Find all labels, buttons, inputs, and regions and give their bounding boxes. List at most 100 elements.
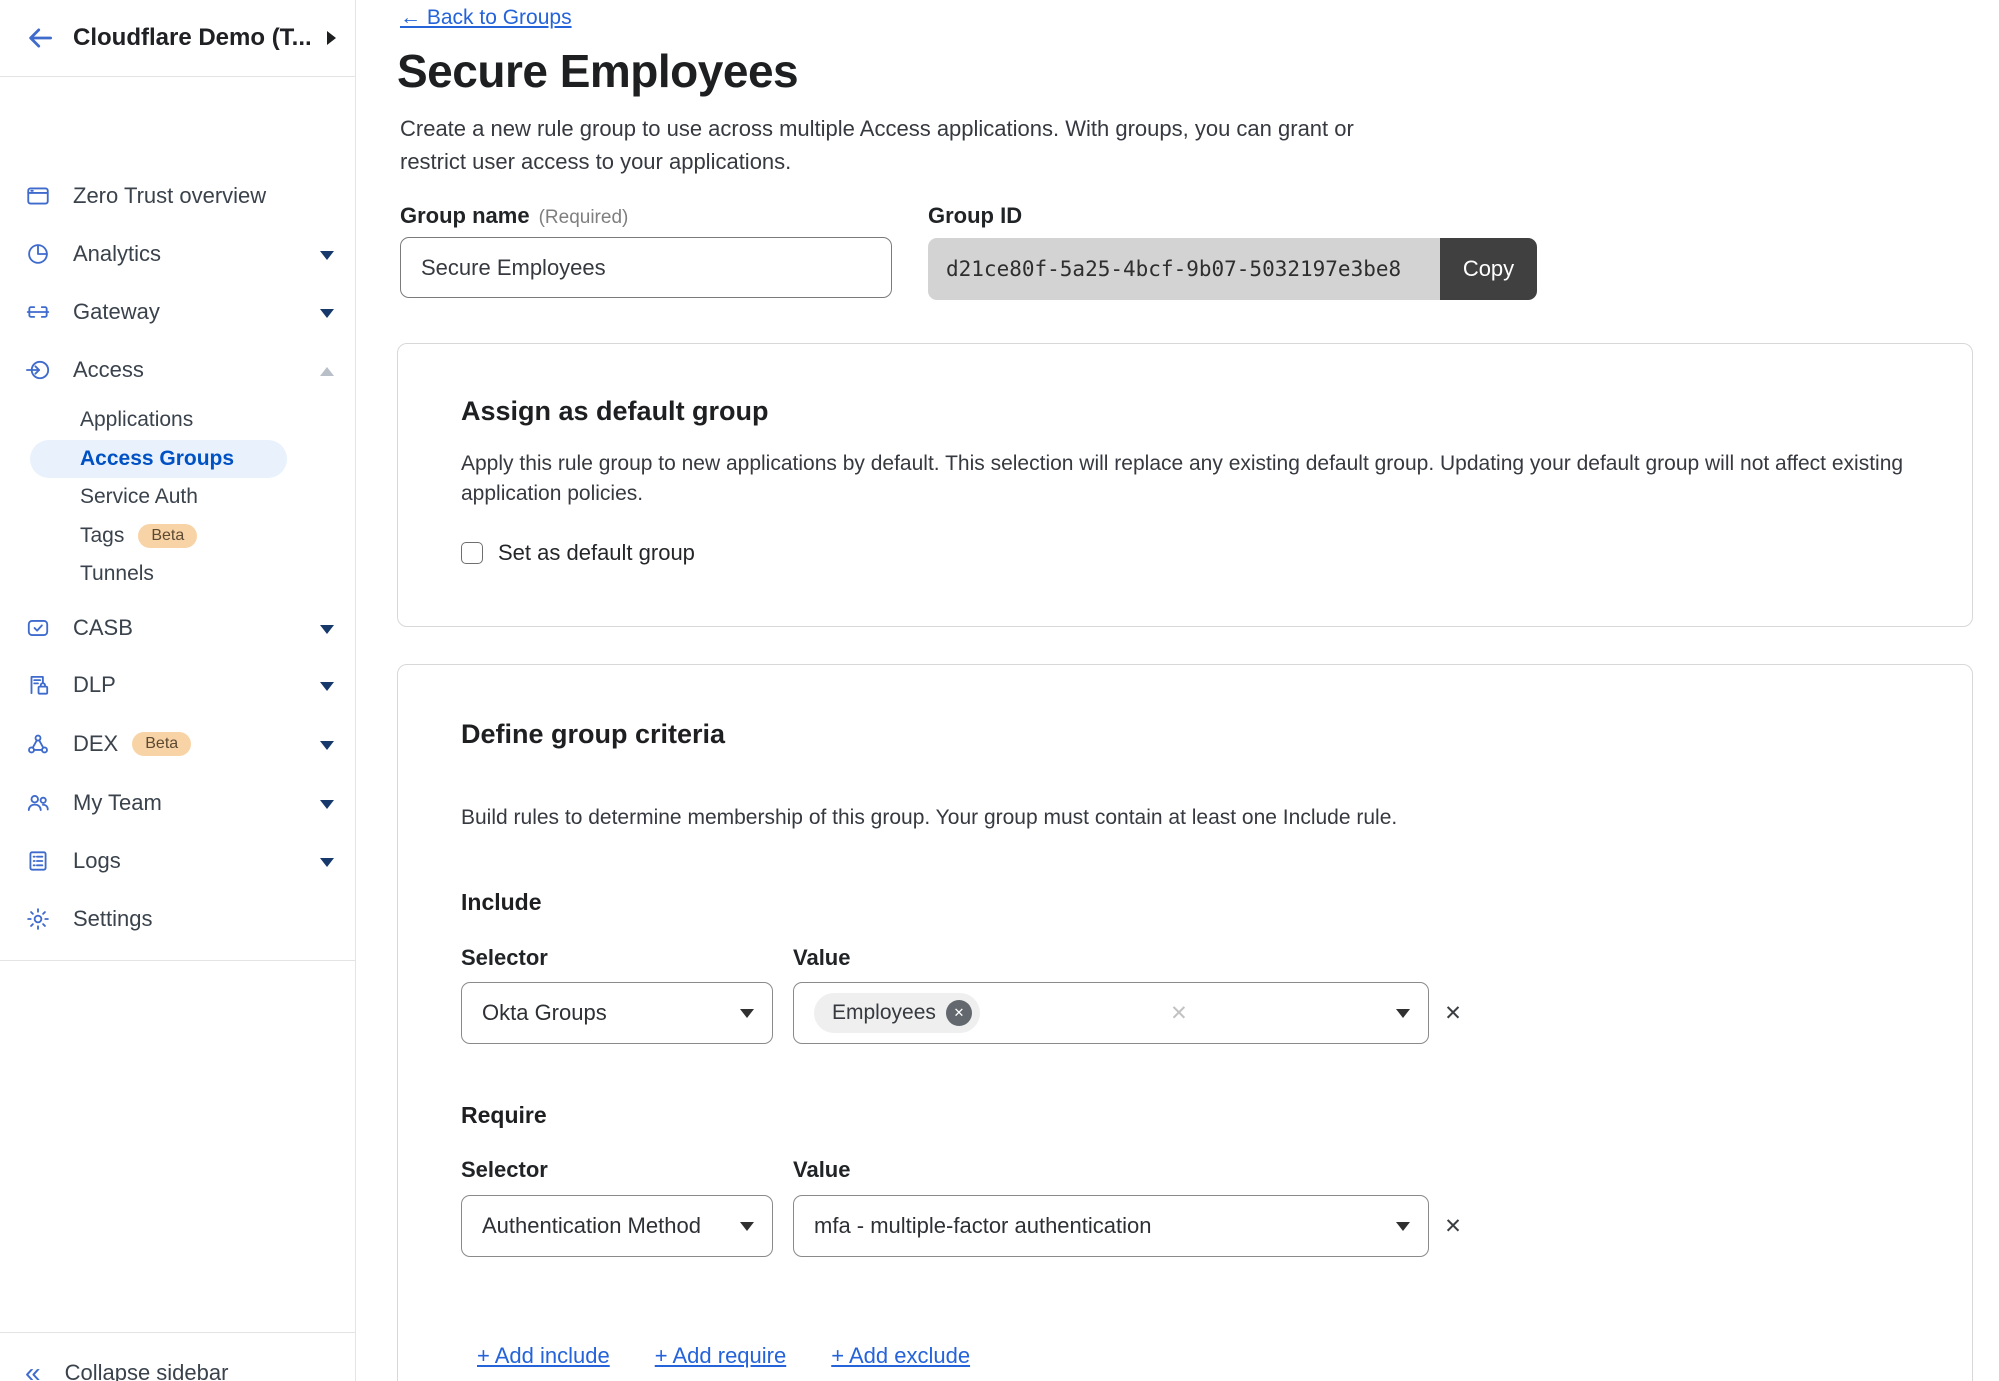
sidebar-divider	[0, 960, 356, 961]
require-value-label: Value	[793, 1157, 850, 1183]
employees-tag-label: Employees	[832, 1001, 936, 1025]
dex-icon	[25, 731, 51, 757]
remove-tag-icon[interactable]: ✕	[946, 1000, 972, 1026]
sidebar-item-tunnels[interactable]: Tunnels	[0, 555, 356, 593]
overview-icon	[25, 183, 51, 209]
chevron-down-icon	[740, 1222, 754, 1231]
chevron-up-icon	[320, 367, 334, 376]
default-group-card: Assign as default group Apply this rule …	[397, 343, 1973, 627]
dlp-icon	[25, 672, 51, 698]
sidebar-item-my-team[interactable]: My Team	[0, 784, 356, 822]
require-heading: Require	[461, 1102, 547, 1129]
sidebar-item-label: Settings	[73, 906, 153, 932]
default-card-description: Apply this rule group to new application…	[461, 449, 1906, 509]
sidebar-item-dlp[interactable]: DLP	[0, 666, 356, 704]
sidebar-item-dex[interactable]: DEX Beta	[0, 725, 356, 763]
chevron-down-icon	[320, 858, 334, 867]
group-name-label: Group name	[400, 203, 530, 228]
sidebar-item-label: CASB	[73, 615, 133, 641]
sidebar-item-casb[interactable]: CASB	[0, 609, 356, 647]
group-name-label-row: Group name (Required)	[400, 203, 628, 229]
criteria-card: Define group criteria Build rules to det…	[397, 664, 1973, 1381]
analytics-icon	[25, 241, 51, 267]
group-name-input[interactable]	[400, 237, 892, 298]
chevron-down-icon	[320, 800, 334, 809]
access-icon	[25, 357, 51, 383]
sidebar-item-access[interactable]: Access	[0, 351, 356, 389]
sidebar-item-gateway[interactable]: Gateway	[0, 293, 356, 331]
sidebar-item-settings[interactable]: Settings	[0, 900, 356, 938]
default-checkbox-row: Set as default group	[461, 540, 695, 566]
require-value-dropdown[interactable]: mfa - multiple-factor authentication	[793, 1195, 1429, 1257]
group-id-value: d21ce80f-5a25-4bcf-9b07-5032197e3be8	[928, 238, 1440, 300]
include-value-label: Value	[793, 945, 850, 971]
page-title: Secure Employees	[397, 44, 798, 98]
required-hint: (Required)	[539, 207, 629, 228]
sidebar-item-logs[interactable]: Logs	[0, 842, 356, 880]
back-arrow-icon[interactable]	[25, 23, 55, 53]
account-name[interactable]: Cloudflare Demo (T...	[73, 24, 312, 52]
clear-value-icon[interactable]: ✕	[1170, 1001, 1188, 1026]
beta-badge: Beta	[132, 732, 191, 756]
sidebar: Cloudflare Demo (T... Zero Trust overvie…	[0, 0, 356, 1381]
include-selector-dropdown[interactable]: Okta Groups	[461, 982, 773, 1044]
caret-right-icon[interactable]	[327, 31, 336, 45]
include-value-dropdown[interactable]: Employees ✕ ✕	[793, 982, 1429, 1044]
sidebar-item-label: Tunnels	[80, 562, 154, 586]
gateway-icon	[25, 299, 51, 325]
chevron-down-icon	[1396, 1222, 1410, 1231]
sidebar-item-zero-trust-overview[interactable]: Zero Trust overview	[0, 177, 356, 215]
back-to-groups-link[interactable]: ← Back to Groups	[400, 6, 572, 30]
sidebar-item-label: Tags	[80, 524, 124, 548]
add-exclude-link[interactable]: + Add exclude	[831, 1343, 970, 1369]
logs-icon	[25, 848, 51, 874]
employees-tag: Employees ✕	[814, 993, 980, 1033]
team-icon	[25, 790, 51, 816]
sidebar-item-label: Analytics	[73, 241, 161, 267]
collapse-sidebar-button[interactable]: « Collapse sidebar	[0, 1332, 356, 1381]
default-card-title: Assign as default group	[461, 396, 769, 427]
add-require-link[interactable]: + Add require	[655, 1343, 786, 1369]
remove-include-rule-icon[interactable]: ✕	[1438, 1001, 1468, 1026]
collapse-label: Collapse sidebar	[65, 1360, 229, 1381]
sidebar-item-label: Service Auth	[80, 485, 198, 509]
sidebar-item-label: My Team	[73, 790, 162, 816]
group-id-row: d21ce80f-5a25-4bcf-9b07-5032197e3be8 Cop…	[928, 238, 1537, 300]
group-id-label: Group ID	[928, 203, 1022, 229]
require-selector-value: Authentication Method	[482, 1213, 701, 1239]
sidebar-item-applications[interactable]: Applications	[0, 401, 356, 439]
sidebar-item-service-auth[interactable]: Service Auth	[0, 478, 356, 516]
chevron-down-icon	[320, 309, 334, 318]
chevron-down-icon	[320, 625, 334, 634]
chevron-down-icon	[1396, 1009, 1410, 1018]
chevron-down-icon	[320, 682, 334, 691]
sidebar-item-label: Zero Trust overview	[73, 183, 266, 209]
sidebar-item-label: Logs	[73, 848, 121, 874]
criteria-card-title: Define group criteria	[461, 719, 725, 750]
include-heading: Include	[461, 889, 542, 916]
require-value: mfa - multiple-factor authentication	[814, 1213, 1152, 1239]
include-selector-value: Okta Groups	[482, 1000, 607, 1026]
app: Cloudflare Demo (T... Zero Trust overvie…	[0, 0, 1999, 1381]
sidebar-item-label: DLP	[73, 672, 116, 698]
beta-badge: Beta	[138, 524, 197, 548]
sidebar-item-label: Access Groups	[80, 447, 234, 471]
sidebar-item-tags[interactable]: Tags Beta	[0, 517, 356, 555]
set-default-checkbox[interactable]	[461, 542, 483, 564]
sidebar-header: Cloudflare Demo (T...	[0, 0, 356, 77]
page-description: Create a new rule group to use across mu…	[400, 112, 1410, 178]
casb-icon	[25, 615, 51, 641]
add-include-link[interactable]: + Add include	[477, 1343, 610, 1369]
sidebar-item-access-groups[interactable]: Access Groups	[30, 440, 287, 478]
collapse-icon: «	[25, 1359, 41, 1381]
include-selector-label: Selector	[461, 945, 548, 971]
sidebar-item-analytics[interactable]: Analytics	[0, 235, 356, 273]
sidebar-item-label: Gateway	[73, 299, 160, 325]
sidebar-nav: Zero Trust overview Analytics Gateway	[0, 77, 356, 883]
copy-button[interactable]: Copy	[1440, 238, 1537, 300]
chevron-down-icon	[740, 1009, 754, 1018]
remove-require-rule-icon[interactable]: ✕	[1438, 1214, 1468, 1239]
sidebar-item-label: Access	[73, 357, 144, 383]
criteria-card-description: Build rules to determine membership of t…	[461, 803, 1906, 833]
require-selector-dropdown[interactable]: Authentication Method	[461, 1195, 773, 1257]
